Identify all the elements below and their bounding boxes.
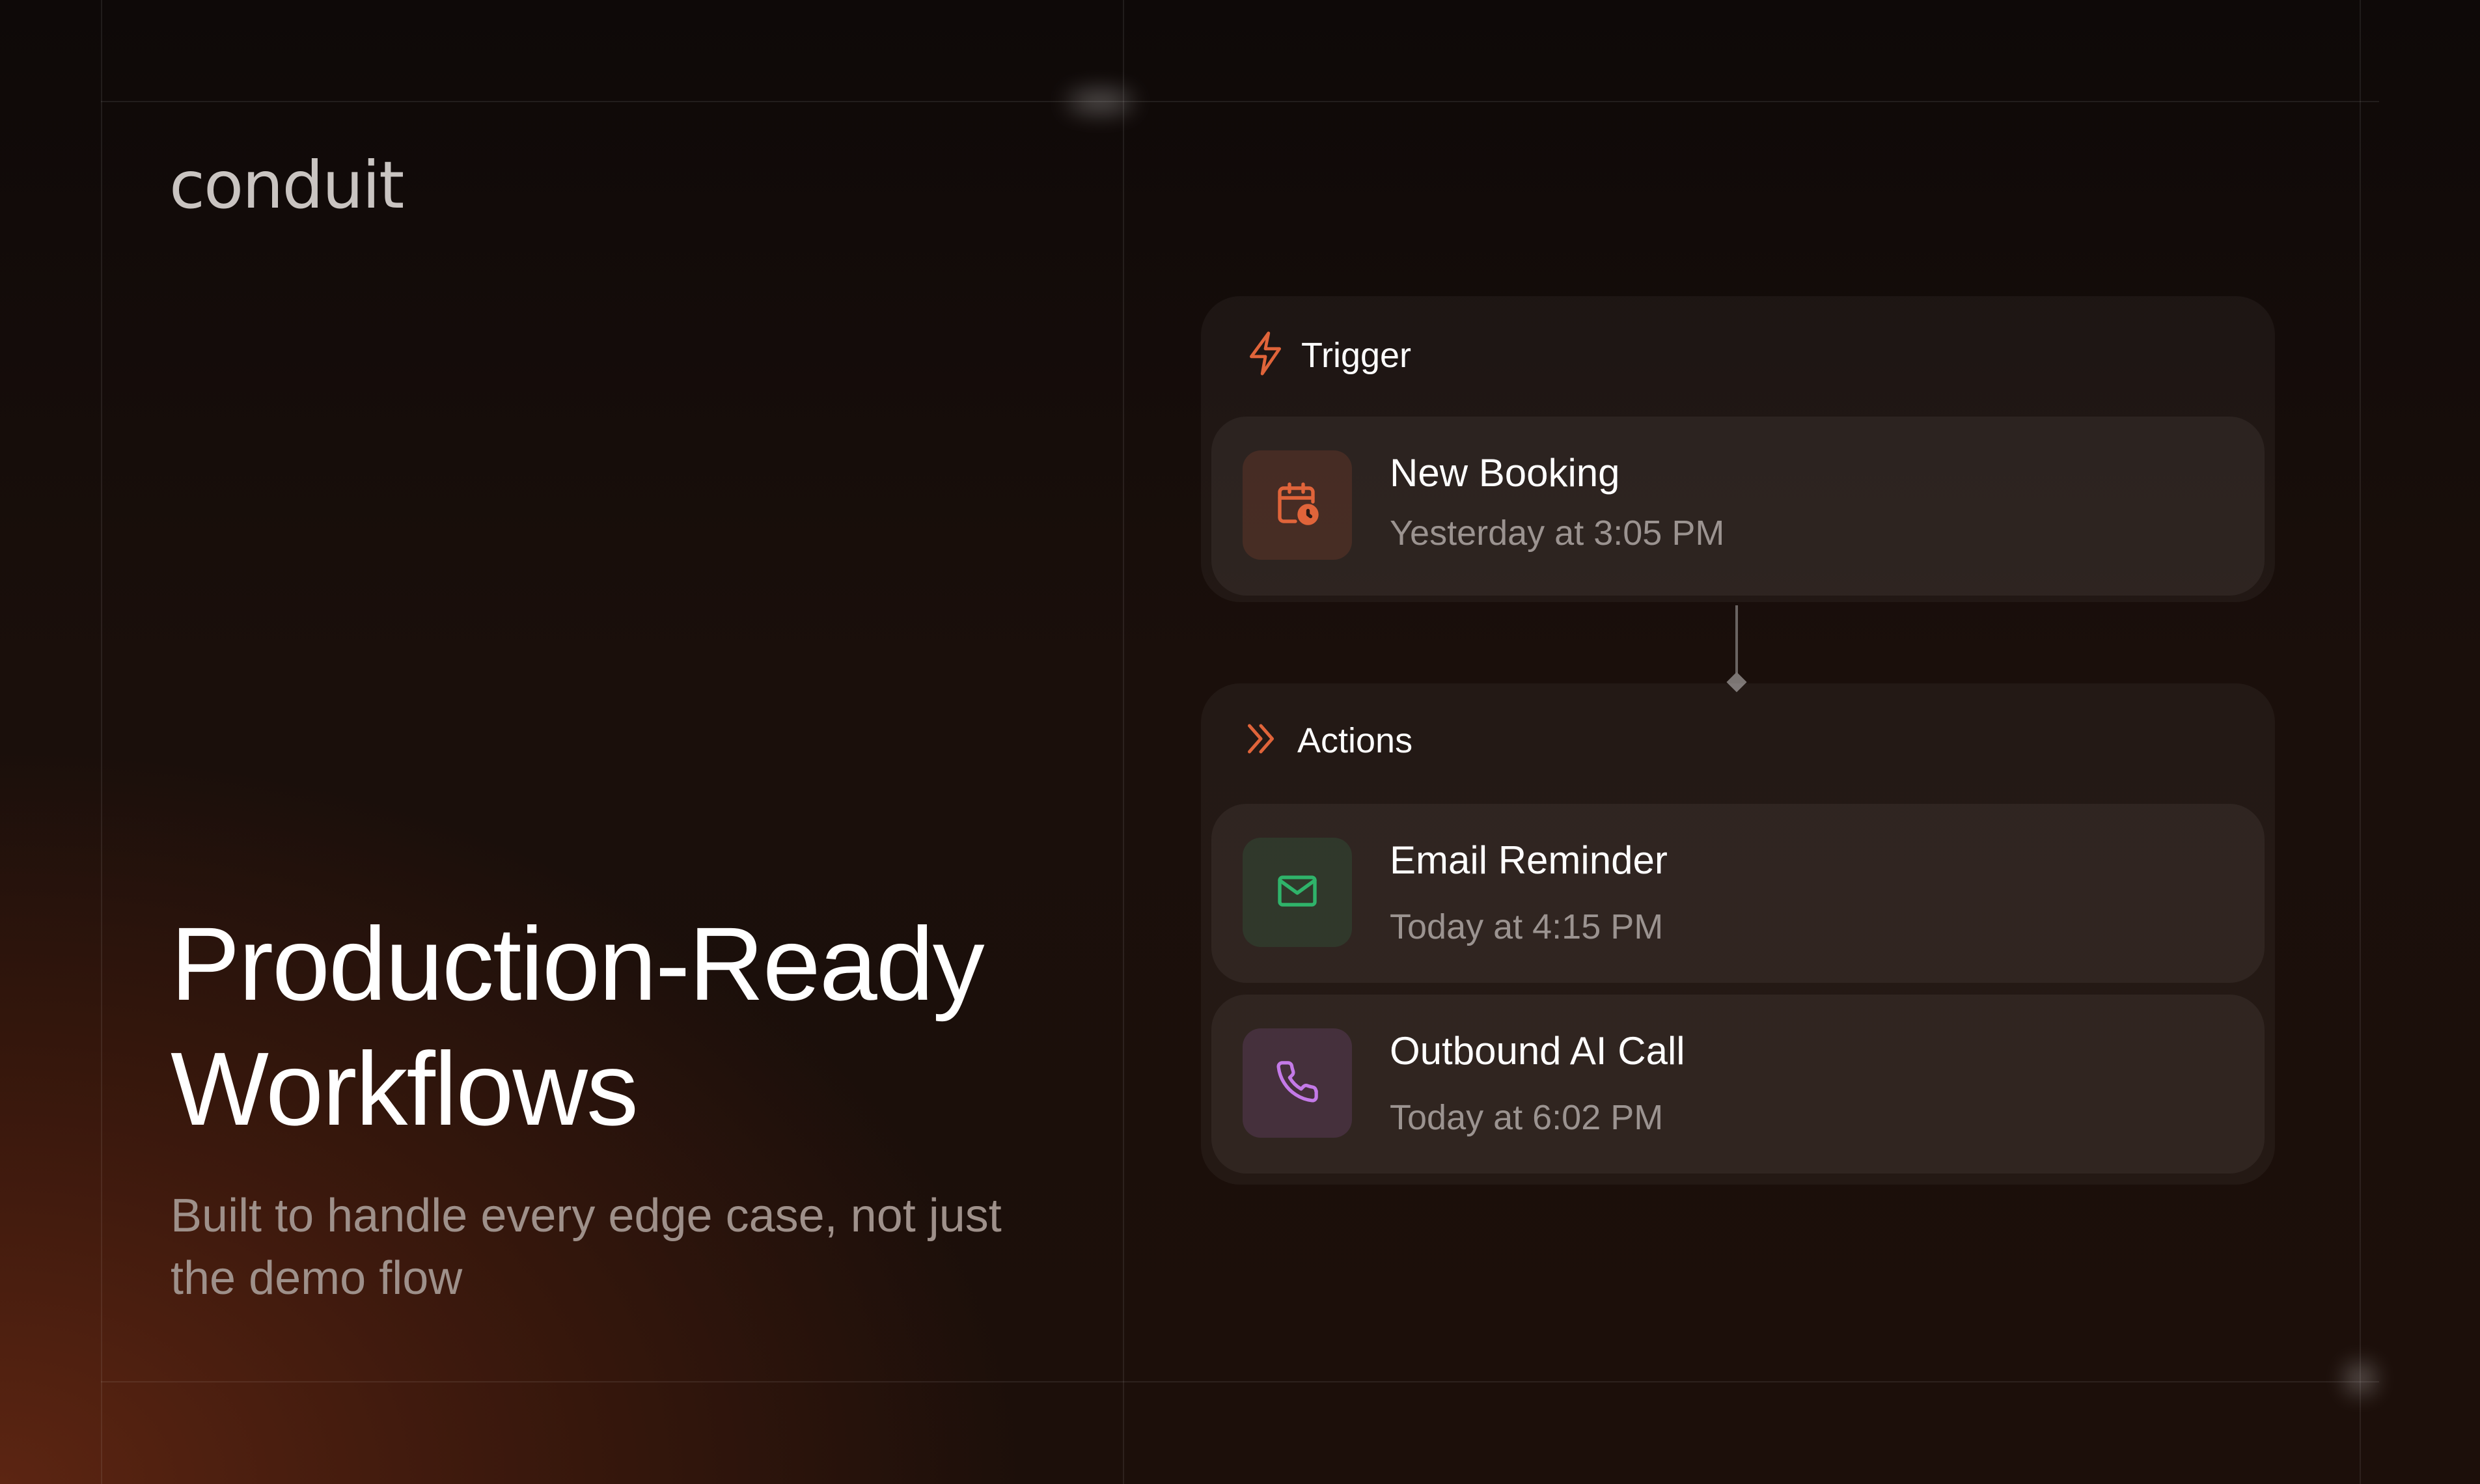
call-card-title: Outbound AI Call bbox=[1390, 1029, 1685, 1073]
email-card-time: Today at 4:15 PM bbox=[1390, 907, 1664, 946]
action-card-email-reminder[interactable]: Email Reminder Today at 4:15 PM bbox=[1211, 804, 2265, 983]
subhead-line-1: Built to handle every edge case, not jus… bbox=[171, 1190, 1002, 1242]
actions-panel: Actions Email Reminder Today at 4:15 PM … bbox=[1201, 683, 2275, 1185]
trigger-header: Trigger bbox=[1247, 330, 1411, 380]
page-title: Production-Ready Workflows bbox=[171, 901, 1082, 1151]
frame-line-top bbox=[101, 101, 2379, 102]
actions-label: Actions bbox=[1297, 721, 1413, 760]
glow-dot-top bbox=[1068, 92, 1133, 111]
frame-line-right bbox=[2360, 0, 2361, 1484]
headline-line-2: Workflows bbox=[171, 1030, 639, 1147]
headline-line-1: Production-Ready bbox=[171, 905, 985, 1022]
phone-icon bbox=[1274, 1059, 1320, 1108]
page-subtitle: Built to handle every edge case, not jus… bbox=[171, 1185, 1017, 1310]
double-chevron-right-icon bbox=[1241, 719, 1280, 762]
trigger-card-title: New Booking bbox=[1390, 451, 1620, 495]
lightning-bolt-icon bbox=[1247, 330, 1284, 380]
frame-line-center bbox=[1123, 0, 1124, 1484]
action-card-outbound-ai-call[interactable]: Outbound AI Call Today at 6:02 PM bbox=[1211, 995, 2265, 1174]
calendar-clock-icon bbox=[1274, 480, 1321, 530]
trigger-panel: Trigger New Booking Yesterday at 3:05 PM bbox=[1201, 296, 2275, 602]
actions-header: Actions bbox=[1241, 719, 1412, 762]
flow-connector-line bbox=[1735, 605, 1738, 682]
mail-icon bbox=[1274, 868, 1321, 918]
trigger-card-icon-tile bbox=[1243, 450, 1352, 560]
trigger-label: Trigger bbox=[1301, 335, 1412, 375]
glow-dot-bottom-right bbox=[2347, 1365, 2374, 1392]
frame-line-bottom bbox=[101, 1381, 2379, 1382]
call-card-time: Today at 6:02 PM bbox=[1390, 1098, 1664, 1137]
email-card-icon-tile bbox=[1243, 838, 1352, 947]
frame-line-left bbox=[101, 0, 102, 1484]
phone-card-icon-tile bbox=[1243, 1028, 1352, 1138]
logo-wordmark: conduit bbox=[169, 147, 404, 223]
trigger-card-time: Yesterday at 3:05 PM bbox=[1390, 514, 1725, 553]
trigger-card-new-booking[interactable]: New Booking Yesterday at 3:05 PM bbox=[1211, 417, 2265, 596]
subhead-line-2: the demo flow bbox=[171, 1252, 463, 1304]
email-card-title: Email Reminder bbox=[1390, 838, 1668, 882]
